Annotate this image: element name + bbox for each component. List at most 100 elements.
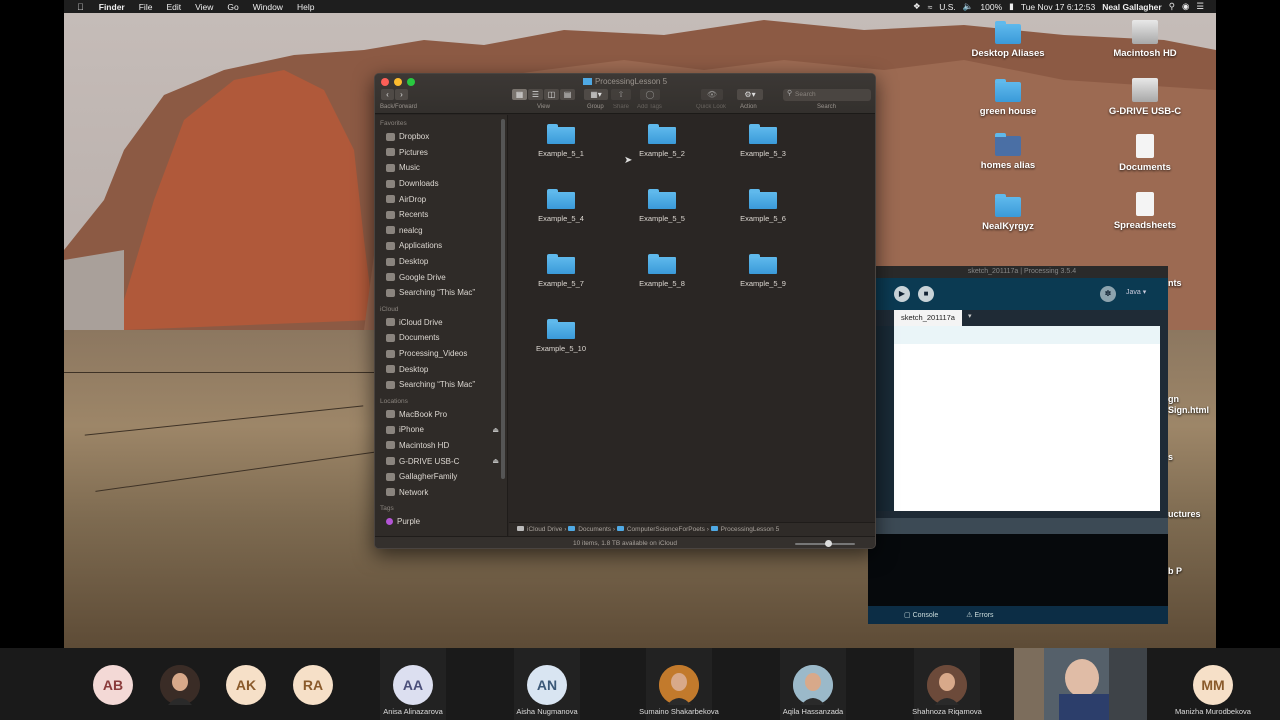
- sidebar-item[interactable]: Dropbox: [375, 129, 507, 145]
- finder-content[interactable]: Example_5_1 Example_5_2 Example_5_3 Example…: [509, 115, 875, 522]
- sidebar-item[interactable]: Downloads: [375, 176, 507, 192]
- participant-tile[interactable]: AK: [213, 648, 279, 720]
- console-area[interactable]: ▢ Console ⚠ Errors: [868, 534, 1168, 624]
- spotlight-icon[interactable]: ⚲: [1169, 1, 1175, 12]
- stop-button[interactable]: ■: [918, 286, 934, 302]
- participant-tile[interactable]: AB: [80, 648, 146, 720]
- participant-tile[interactable]: AN Aisha Nugmanova: [514, 648, 580, 720]
- folder-item[interactable]: Example_5_3: [723, 117, 803, 158]
- share-button[interactable]: ⇧: [611, 89, 631, 100]
- menu-edit[interactable]: Edit: [159, 2, 188, 12]
- menu-help[interactable]: Help: [290, 2, 321, 12]
- sketch-tab[interactable]: sketch_201117a: [894, 310, 962, 326]
- clock[interactable]: Tue Nov 17 6:12:53: [1021, 2, 1095, 12]
- folder-item[interactable]: Example_5_2: [622, 117, 702, 158]
- sidebar-item[interactable]: Documents: [375, 330, 507, 346]
- gallery-view-button[interactable]: ▤: [560, 89, 575, 100]
- path-segment[interactable]: iCloud Drive: [527, 526, 562, 533]
- sidebar-item[interactable]: iPhone ⏏: [375, 422, 507, 438]
- sidebar-item[interactable]: G-DRIVE USB-C ⏏: [375, 453, 507, 469]
- sidebar-item[interactable]: Network: [375, 484, 507, 500]
- volume-icon[interactable]: 🔈: [963, 1, 974, 12]
- battery-percent[interactable]: 100%: [980, 2, 1002, 12]
- menu-view[interactable]: View: [188, 2, 220, 12]
- desktop-icon-macintosh-hd[interactable]: Macintosh HD: [1090, 20, 1200, 59]
- active-speaker-video[interactable]: [1014, 648, 1147, 720]
- participant-tile[interactable]: Shahnoza Riqamova: [912, 648, 982, 720]
- sidebar-item[interactable]: Pictures: [375, 145, 507, 161]
- console-tab[interactable]: ▢ Console: [904, 611, 938, 619]
- folder-item[interactable]: Example_5_5: [622, 182, 702, 223]
- folder-item[interactable]: Example_5_9: [723, 247, 803, 288]
- code-editor[interactable]: [894, 326, 1160, 511]
- user-name[interactable]: Neal Gallagher: [1102, 2, 1162, 12]
- desktop-icon-spreadsheets[interactable]: Spreadsheets: [1090, 192, 1200, 231]
- sidebar-item[interactable]: Searching “This Mac”: [375, 285, 507, 301]
- folder-item[interactable]: Example_5_4: [521, 182, 601, 223]
- action-button[interactable]: ⚙▾: [737, 89, 763, 100]
- dropbox-icon[interactable]: ❖: [913, 1, 921, 12]
- folder-item[interactable]: Example_5_7: [521, 247, 601, 288]
- debugger-icon[interactable]: ✽: [1100, 286, 1116, 302]
- sidebar-item[interactable]: Google Drive: [375, 269, 507, 285]
- sidebar-item[interactable]: nealcg: [375, 223, 507, 239]
- sidebar-item[interactable]: Applications: [375, 238, 507, 254]
- participant-tile[interactable]: MM Manizha Murodbekova: [1175, 648, 1251, 720]
- menu-app-finder[interactable]: Finder: [92, 2, 132, 12]
- sidebar-item[interactable]: AirDrop: [375, 191, 507, 207]
- desktop-icon-nealkyrgyz[interactable]: NealKyrgyz: [953, 194, 1063, 232]
- siri-icon[interactable]: ◉: [1182, 1, 1189, 12]
- run-button[interactable]: ▶: [894, 286, 910, 302]
- participant-tile[interactable]: AA Anisa Alinazarova: [380, 648, 446, 720]
- desktop-icon-documents[interactable]: Documents: [1090, 134, 1200, 173]
- group-button[interactable]: ▦▾: [584, 89, 608, 100]
- battery-icon[interactable]: ▮: [1009, 1, 1014, 12]
- path-segment[interactable]: ProcessingLesson 5: [721, 526, 780, 533]
- input-source[interactable]: U.S.: [939, 2, 956, 12]
- mode-selector[interactable]: Java ▾: [1126, 288, 1146, 296]
- sidebar-item[interactable]: Desktop: [375, 254, 507, 270]
- icon-view-button[interactable]: ▦: [512, 89, 527, 100]
- sidebar-item[interactable]: Purple: [375, 514, 507, 530]
- eject-icon[interactable]: ⏏: [492, 426, 499, 434]
- menu-window[interactable]: Window: [246, 2, 290, 12]
- folder-item[interactable]: Example_5_6: [723, 182, 803, 223]
- sidebar-item[interactable]: Music: [375, 160, 507, 176]
- desktop-icon-homes-alias[interactable]: homes alias: [953, 133, 1063, 171]
- sidebar-item[interactable]: Recents: [375, 207, 507, 223]
- menu-file[interactable]: File: [132, 2, 160, 12]
- participant-tile[interactable]: RA: [280, 648, 346, 720]
- desktop-icon-g-drive[interactable]: G-DRIVE USB-C: [1090, 78, 1200, 117]
- folder-item[interactable]: Example_5_10: [521, 312, 601, 353]
- sidebar-item[interactable]: iCloud Drive: [375, 315, 507, 331]
- participant-tile[interactable]: Sumaino Shakarbekova: [639, 648, 719, 720]
- participant-tile[interactable]: [147, 648, 213, 720]
- sidebar-item[interactable]: Desktop: [375, 361, 507, 377]
- wifi-icon[interactable]: ≈: [928, 2, 933, 12]
- desktop-icon-green-house[interactable]: green house: [953, 79, 1063, 117]
- sidebar-scrollbar[interactable]: [501, 119, 505, 479]
- tab-menu-arrow[interactable]: ▾: [968, 312, 972, 320]
- search-input[interactable]: Search: [783, 89, 871, 101]
- notification-center-icon[interactable]: ☰: [1196, 1, 1204, 12]
- sidebar-item[interactable]: MacBook Pro: [375, 407, 507, 423]
- path-segment[interactable]: Documents: [578, 526, 611, 533]
- desktop-icon-desktop-aliases[interactable]: Desktop Aliases: [953, 21, 1063, 59]
- column-view-button[interactable]: ◫: [544, 89, 559, 100]
- menu-go[interactable]: Go: [220, 2, 245, 12]
- forward-button[interactable]: ›: [395, 89, 408, 100]
- apple-menu-icon[interactable]: : [64, 2, 92, 12]
- folder-item[interactable]: Example_5_8: [622, 247, 702, 288]
- quick-look-button[interactable]: 👁: [701, 89, 723, 100]
- participant-tile[interactable]: Aqila Hassanzada: [780, 648, 846, 720]
- sidebar-item[interactable]: GallagherFamily: [375, 469, 507, 485]
- eject-icon[interactable]: ⏏: [492, 457, 499, 465]
- path-segment[interactable]: ComputerScienceForPoets: [627, 526, 705, 533]
- tag-button[interactable]: ◯: [640, 89, 660, 100]
- sidebar-item[interactable]: Macintosh HD: [375, 438, 507, 454]
- sidebar-item[interactable]: Processing_Videos: [375, 346, 507, 362]
- errors-tab[interactable]: ⚠ Errors: [966, 611, 993, 619]
- sidebar-item[interactable]: Searching “This Mac”: [375, 377, 507, 393]
- list-view-button[interactable]: ☰: [528, 89, 543, 100]
- folder-item[interactable]: Example_5_1: [521, 117, 601, 158]
